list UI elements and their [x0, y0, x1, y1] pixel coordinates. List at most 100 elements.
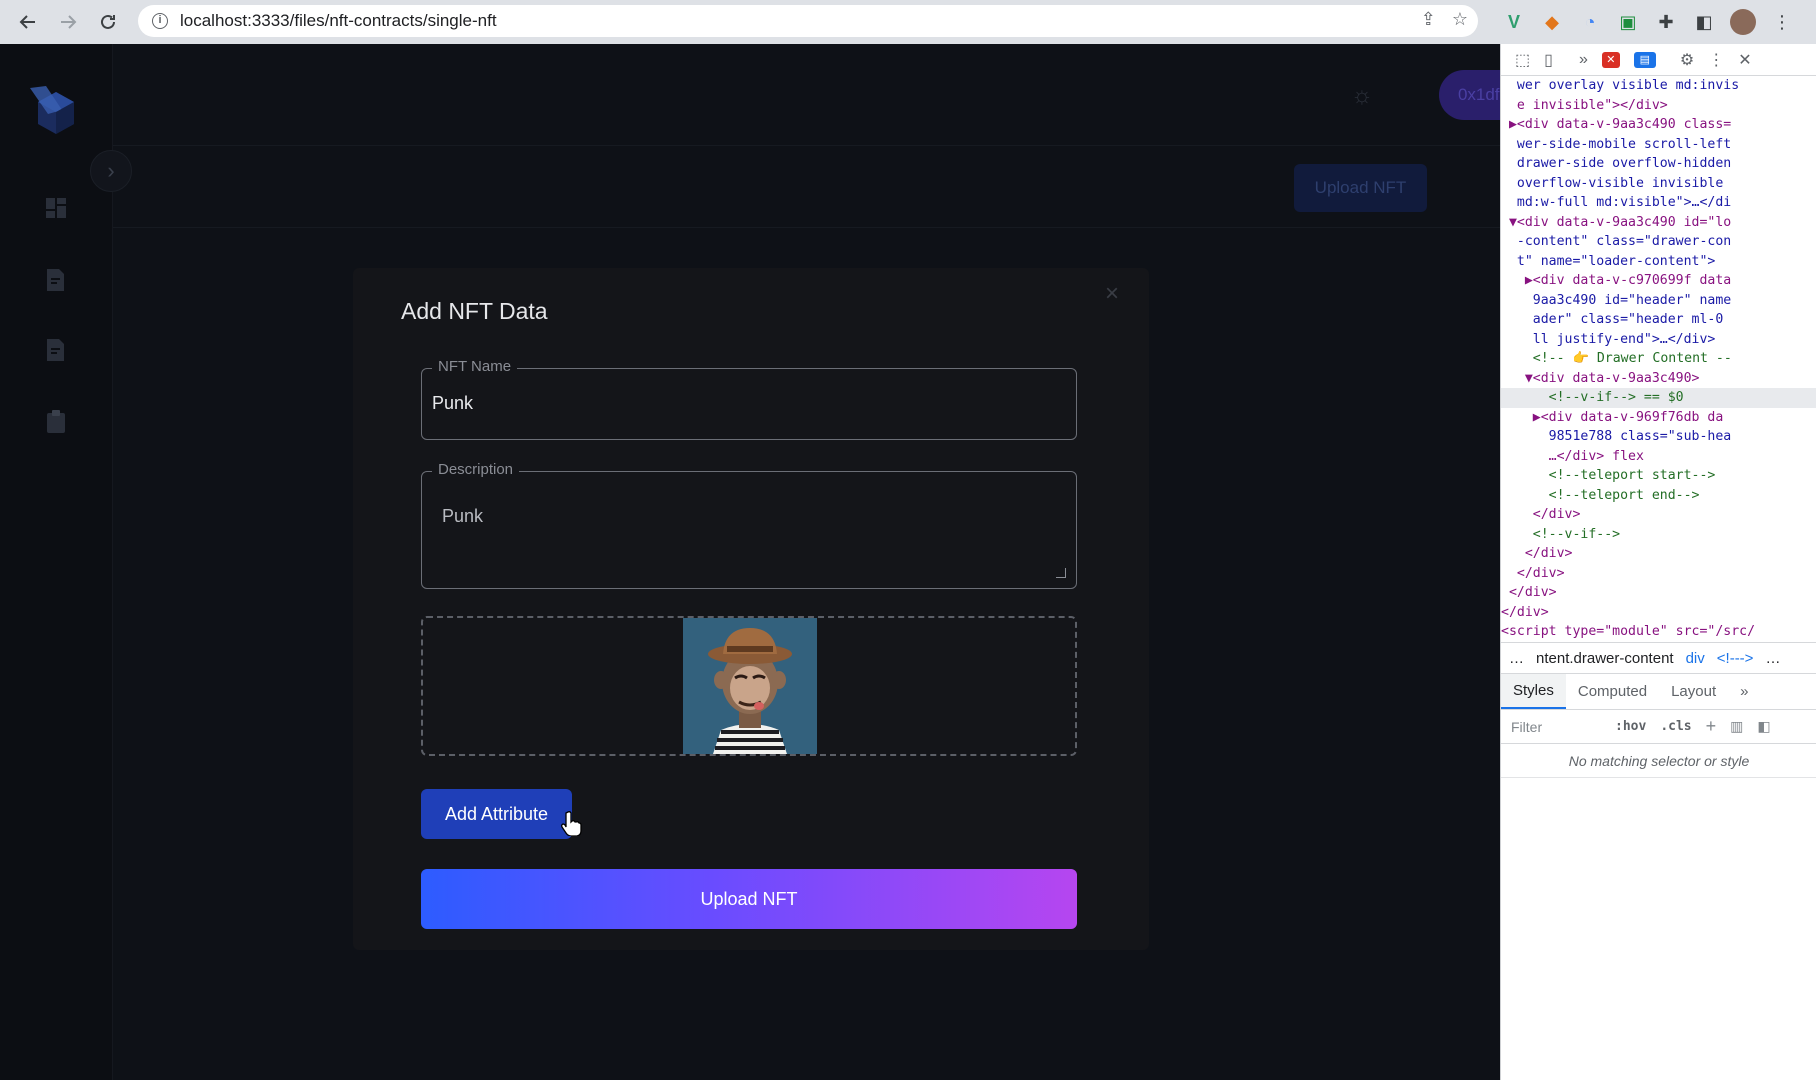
sub-header: Upload NFT — [113, 146, 1500, 228]
dom-tree-line[interactable]: 9aa3c490 id="header" name — [1501, 291, 1816, 311]
dom-tree-line[interactable]: wer overlay visible md:invis — [1501, 76, 1816, 96]
dom-tree-line[interactable]: md:w-full md:visible">…</di — [1501, 193, 1816, 213]
cls-toggle[interactable]: .cls — [1660, 719, 1691, 734]
dom-tree-line[interactable]: ader" class="header ml-0 — [1501, 310, 1816, 330]
dom-tree-line[interactable]: </div> — [1501, 564, 1816, 584]
app-area: › ☼ 0x1df...794 Upload NFT × Add NFT Dat… — [0, 44, 1500, 1080]
dom-tree-line[interactable]: </div> — [1501, 583, 1816, 603]
description-field[interactable]: Description Punk — [421, 461, 1077, 589]
wallet-address-button[interactable]: 0x1df...794 — [1439, 70, 1500, 120]
side-panel-icon[interactable]: ◧ — [1692, 10, 1716, 34]
add-nft-modal: × Add NFT Data NFT Name Punk Description… — [353, 268, 1149, 950]
breadcrumb-prefix[interactable]: … — [1509, 650, 1524, 667]
back-icon[interactable] — [8, 2, 48, 42]
dom-tree-line[interactable]: ▼<div data-v-9aa3c490> — [1501, 369, 1816, 389]
dashboard-icon[interactable] — [42, 194, 70, 222]
devtools-close-icon[interactable]: ✕ — [1738, 50, 1751, 70]
dom-tree-line[interactable]: overflow-visible invisible — [1501, 174, 1816, 194]
tab-computed[interactable]: Computed — [1566, 674, 1659, 709]
devtools-settings-gear-icon[interactable]: ⚙ — [1680, 50, 1694, 70]
dom-tree-line[interactable]: </div> — [1501, 544, 1816, 564]
dom-tree-line[interactable]: ▶<div data-v-c970699f data — [1501, 271, 1816, 291]
green-extension-icon[interactable]: ▣ — [1616, 10, 1640, 34]
nft-name-label: NFT Name — [432, 358, 518, 375]
dom-tree-line[interactable]: <!-- 👉 Drawer Content -- — [1501, 349, 1816, 369]
message-count-badge-icon[interactable]: ▤ — [1633, 51, 1656, 68]
dom-tree-line[interactable]: …</div> flex — [1501, 447, 1816, 467]
inspect-element-icon[interactable]: ⬚ — [1515, 50, 1530, 70]
textarea-resize-handle[interactable] — [1056, 568, 1066, 578]
dom-tree-line[interactable]: <!--teleport end--> — [1501, 486, 1816, 506]
dom-tree-line[interactable]: t" name="loader-content"> — [1501, 252, 1816, 272]
menu-dots-icon[interactable]: ⋮ — [1770, 10, 1794, 34]
url-text: localhost:3333/files/nft-contracts/singl… — [180, 11, 497, 30]
styles-filter-input[interactable]: Filter — [1511, 719, 1601, 735]
chrome-extension-icon[interactable]: ◔ — [1578, 10, 1602, 34]
puzzle-extensions-icon[interactable]: ✚ — [1654, 10, 1678, 34]
devtools-breadcrumbs: … ntent.drawer-content div <!---> … — [1501, 642, 1816, 674]
nft-name-value: Punk — [432, 393, 474, 413]
breadcrumb-div[interactable]: div — [1686, 650, 1705, 667]
dom-tree-line[interactable]: <!--teleport start--> — [1501, 466, 1816, 486]
dom-tree-line[interactable]: </div> — [1501, 505, 1816, 525]
dom-tree-line[interactable]: <script type="module" src="/src/ — [1501, 622, 1816, 642]
dom-tree-line[interactable]: ll justify-end">…</div> — [1501, 330, 1816, 350]
hand-cursor-icon — [561, 811, 582, 836]
devtools-toolbar: ⬚ ▯ » ✕ ▤ ⚙ ⋮ ✕ — [1501, 44, 1816, 76]
dom-tree-line[interactable]: <!--v-if--> — [1501, 525, 1816, 545]
bookmark-star-icon[interactable]: ☆ — [1452, 9, 1468, 30]
address-bar[interactable]: i localhost:3333/files/nft-contracts/sin… — [138, 5, 1478, 37]
clipboard-icon[interactable] — [42, 408, 70, 436]
sidebar-toggle-icon[interactable]: ◧ — [1757, 718, 1770, 735]
dom-tree-line[interactable]: ▼<div data-v-9aa3c490 id="lo — [1501, 213, 1816, 233]
upload-nft-header-button[interactable]: Upload NFT — [1294, 164, 1427, 212]
breadcrumb-drawer-content[interactable]: ntent.drawer-content — [1536, 650, 1674, 667]
devtools-panel: ⬚ ▯ » ✕ ▤ ⚙ ⋮ ✕ wer overlay visible md:i… — [1500, 44, 1816, 1080]
dom-tree-line[interactable]: ▶<div data-v-969f76db da — [1501, 408, 1816, 428]
hov-toggle[interactable]: :hov — [1615, 719, 1646, 734]
dom-tree[interactable]: wer overlay visible md:invis e invisible… — [1501, 76, 1816, 676]
paint-icon[interactable]: ▥ — [1730, 718, 1743, 735]
nft-preview-image — [683, 618, 817, 754]
add-rule-icon[interactable]: + — [1706, 716, 1717, 737]
tab-styles[interactable]: Styles — [1501, 674, 1566, 709]
theme-toggle-sun-icon[interactable]: ☼ — [1351, 82, 1377, 109]
nft-name-field[interactable]: NFT Name Punk — [421, 358, 1077, 440]
browser-toolbar: i localhost:3333/files/nft-contracts/sin… — [0, 0, 1816, 44]
close-icon[interactable]: × — [1105, 280, 1119, 308]
styles-filter-row: Filter :hov .cls + ▥ ◧ — [1501, 710, 1816, 744]
modal-title: Add NFT Data — [401, 298, 548, 324]
upload-nft-button[interactable]: Upload NFT — [421, 869, 1077, 929]
top-header: ☼ 0x1df...794 — [113, 44, 1500, 146]
profile-avatar-icon[interactable] — [1730, 9, 1756, 35]
dom-tree-line[interactable]: ▶<div data-v-9aa3c490 class= — [1501, 115, 1816, 135]
forward-icon[interactable] — [48, 2, 88, 42]
tab-more[interactable]: » — [1728, 674, 1760, 709]
dom-tree-line[interactable]: wer-side-mobile scroll-left — [1501, 135, 1816, 155]
description-label: Description — [432, 461, 520, 478]
share-icon[interactable]: ⇪ — [1421, 9, 1436, 30]
add-attribute-button[interactable]: Add Attribute — [421, 789, 572, 839]
document-edit-icon[interactable] — [42, 266, 70, 294]
document-edit-2-icon[interactable] — [42, 336, 70, 364]
description-value: Punk — [442, 506, 484, 526]
error-count-badge-icon[interactable]: ✕ — [1601, 51, 1620, 68]
breadcrumb-more[interactable]: … — [1765, 650, 1780, 667]
vue-devtools-extension-icon[interactable]: V — [1502, 10, 1526, 34]
dom-tree-line[interactable]: e invisible"></div> — [1501, 96, 1816, 116]
breadcrumb-comment[interactable]: <!---> — [1717, 650, 1754, 667]
more-tabs-icon[interactable]: » — [1579, 51, 1588, 69]
site-info-icon[interactable]: i — [152, 13, 168, 29]
dom-tree-line[interactable]: </div> — [1501, 603, 1816, 623]
reload-icon[interactable] — [88, 2, 128, 42]
dom-tree-line[interactable]: <!--v-if--> == $0 — [1501, 388, 1816, 408]
image-dropzone[interactable] — [421, 616, 1077, 756]
devtools-menu-dots-icon[interactable]: ⋮ — [1708, 50, 1724, 70]
device-toggle-icon[interactable]: ▯ — [1544, 50, 1553, 70]
tab-layout[interactable]: Layout — [1659, 674, 1728, 709]
sidebar — [0, 44, 113, 1080]
dom-tree-line[interactable]: drawer-side overflow-hidden — [1501, 154, 1816, 174]
dom-tree-line[interactable]: 9851e788 class="sub-hea — [1501, 427, 1816, 447]
dom-tree-line[interactable]: -content" class="drawer-con — [1501, 232, 1816, 252]
metamask-extension-icon[interactable]: ◆ — [1540, 10, 1564, 34]
